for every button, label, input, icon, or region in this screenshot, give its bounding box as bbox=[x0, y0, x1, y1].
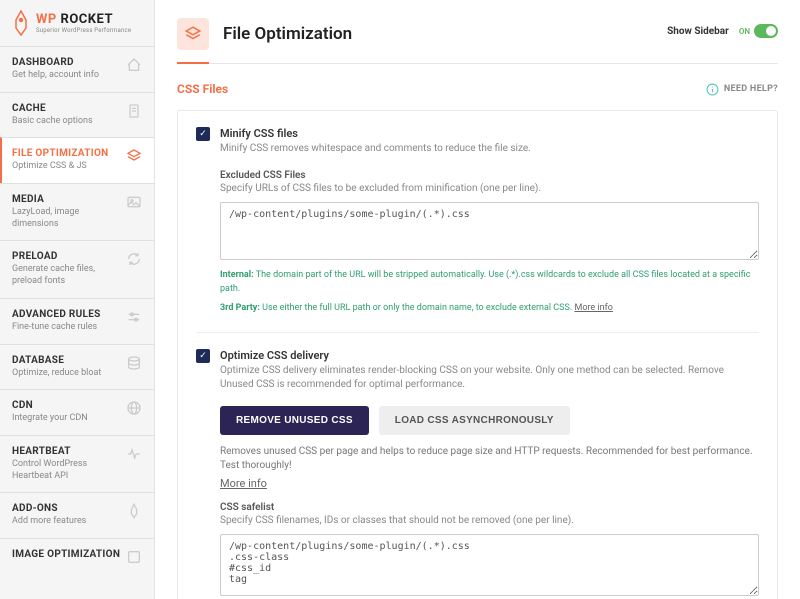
sliders-icon bbox=[126, 309, 142, 325]
header-layers-icon bbox=[177, 18, 209, 50]
css-safelist-desc: Specify CSS filenames, IDs or classes th… bbox=[220, 515, 759, 526]
minify-css-title: Minify CSS files bbox=[220, 127, 759, 140]
sidebar-item-file-optimization[interactable]: FILE OPTIMIZATIONOptimize CSS & JS bbox=[0, 137, 154, 183]
css-safelist-textarea[interactable] bbox=[220, 534, 759, 596]
more-info-link-2[interactable]: More info bbox=[220, 477, 267, 490]
help-icon bbox=[706, 83, 719, 96]
logo-rocket: ROCKET bbox=[61, 12, 114, 27]
layers-icon bbox=[126, 148, 142, 164]
optimize-css-checkbox[interactable]: ✓ bbox=[196, 349, 210, 363]
file-icon bbox=[126, 103, 142, 119]
show-sidebar-toggle[interactable]: ON bbox=[739, 24, 778, 38]
optimize-css-desc: Optimize CSS delivery eliminates render-… bbox=[220, 364, 759, 392]
sidebar-item-preload[interactable]: PRELOADGenerate cache files, preload fon… bbox=[0, 240, 154, 297]
section-title: CSS Files bbox=[177, 82, 228, 96]
sidebar-item-heartbeat[interactable]: HEARTBEATControl WordPress Heartbeat API bbox=[0, 435, 154, 492]
excluded-css-desc: Specify URLs of CSS files to be excluded… bbox=[220, 183, 759, 194]
main-content: File Optimization Show Sidebar ON CSS Fi… bbox=[155, 0, 800, 599]
globe-icon bbox=[126, 400, 142, 416]
home-icon bbox=[126, 57, 142, 73]
css-files-panel: ✓ Minify CSS files Minify CSS removes wh… bbox=[177, 110, 778, 599]
sidebar-item-cdn[interactable]: CDNIntegrate your CDN bbox=[0, 389, 154, 435]
minify-css-checkbox[interactable]: ✓ bbox=[196, 127, 210, 141]
css-safelist-title: CSS safelist bbox=[220, 502, 759, 513]
sidebar-item-database[interactable]: DATABASEOptimize, reduce bloat bbox=[0, 344, 154, 390]
need-help-link[interactable]: NEED HELP? bbox=[706, 83, 778, 96]
more-info-link[interactable]: More info bbox=[574, 303, 612, 313]
rocket-icon bbox=[126, 503, 142, 519]
page-title: File Optimization bbox=[223, 24, 352, 44]
image-icon bbox=[126, 194, 142, 210]
sidebar-item-media[interactable]: MEDIALazyLoad, image dimensions bbox=[0, 183, 154, 240]
page-header: File Optimization Show Sidebar ON bbox=[155, 0, 800, 50]
refresh-icon bbox=[126, 251, 142, 267]
excluded-css-textarea[interactable] bbox=[220, 202, 759, 260]
optimize-css-title: Optimize CSS delivery bbox=[220, 349, 759, 362]
minify-css-desc: Minify CSS removes whitespace and commen… bbox=[220, 142, 759, 156]
database-icon bbox=[126, 355, 142, 371]
logo: WP ROCKET Superior WordPress Performance bbox=[0, 0, 154, 46]
sidebar: WP ROCKET Superior WordPress Performance… bbox=[0, 0, 155, 599]
heartbeat-icon bbox=[126, 446, 142, 462]
show-sidebar-label: Show Sidebar bbox=[667, 26, 729, 37]
remove-unused-css-button[interactable]: REMOVE UNUSED CSS bbox=[220, 406, 369, 435]
hint-internal: Internal: The domain part of the URL wil… bbox=[220, 269, 759, 296]
remove-unused-desc: Removes unused CSS per page and helps to… bbox=[220, 445, 759, 473]
sidebar-item-advanced-rules[interactable]: ADVANCED RULESFine-tune cache rules bbox=[0, 298, 154, 344]
logo-subtitle: Superior WordPress Performance bbox=[36, 27, 131, 34]
sidebar-item-dashboard[interactable]: DASHBOARDGet help, account info bbox=[0, 46, 154, 92]
sidebar-item-addons[interactable]: ADD-ONSAdd more features bbox=[0, 492, 154, 538]
image-opt-icon bbox=[126, 549, 142, 565]
sidebar-item-cache[interactable]: CACHEBasic cache options bbox=[0, 92, 154, 138]
logo-wp: WP bbox=[36, 12, 57, 27]
excluded-css-title: Excluded CSS Files bbox=[220, 170, 759, 181]
sidebar-item-image-optimization[interactable]: IMAGE OPTIMIZATION bbox=[0, 538, 154, 575]
hint-3rd-party: 3rd Party: Use either the full URL path … bbox=[220, 302, 759, 316]
load-css-async-button[interactable]: LOAD CSS ASYNCHRONOUSLY bbox=[379, 406, 570, 435]
rocket-logo-icon bbox=[12, 10, 30, 36]
